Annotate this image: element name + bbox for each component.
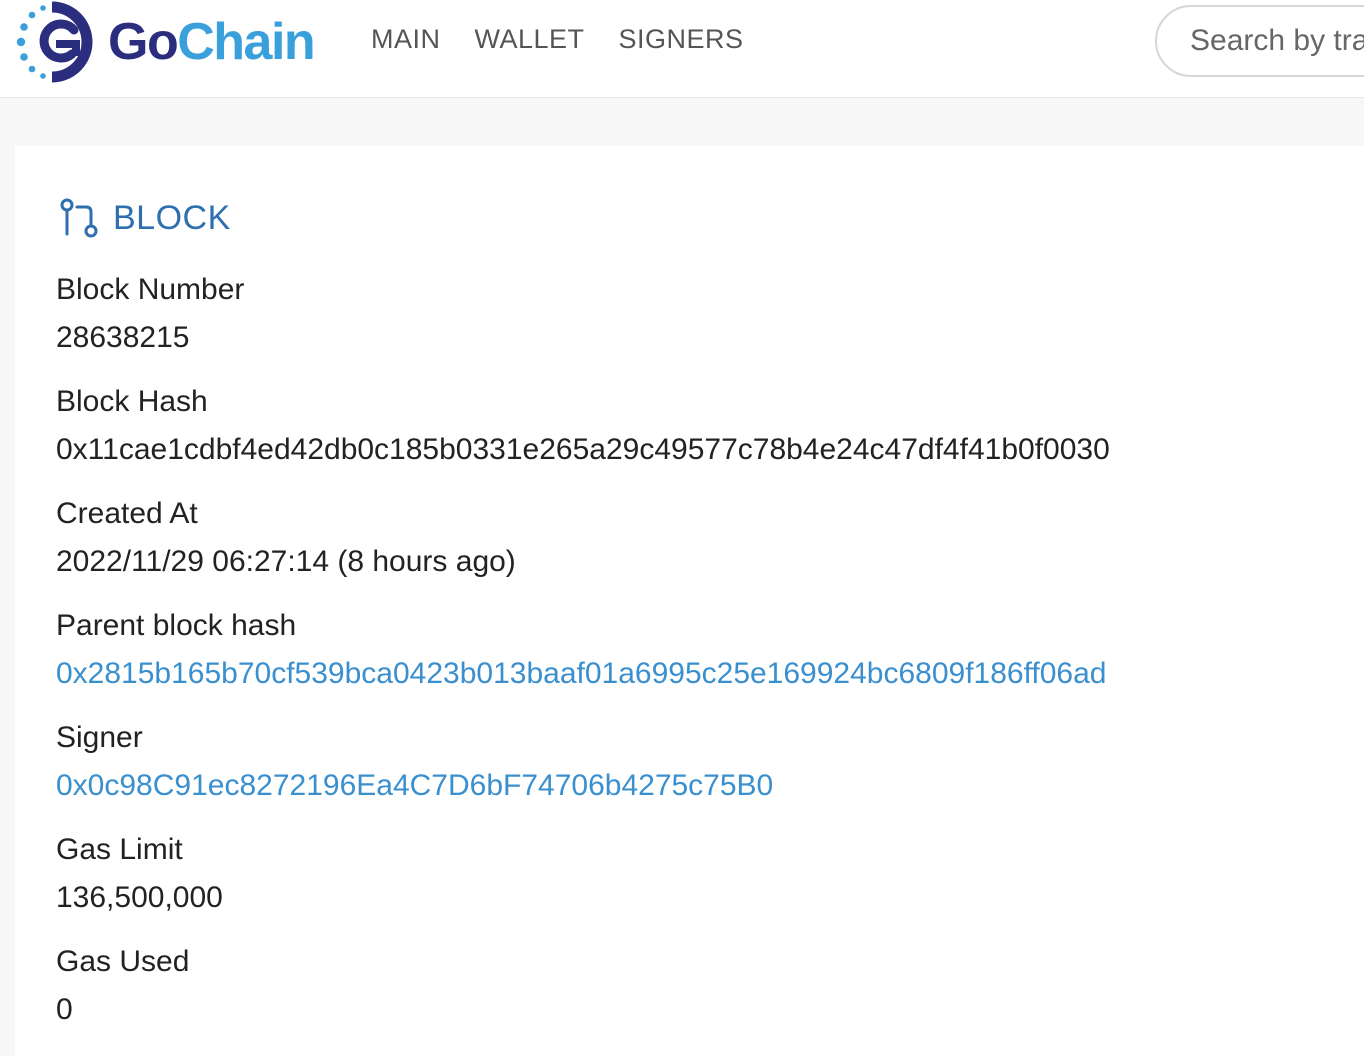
field-gas-used: Gas Used 0	[56, 944, 189, 1028]
block-hash-value: 0x11cae1cdbf4ed42db0c185b0331e265a29c495…	[56, 433, 1110, 466]
gas-used-value: 0	[56, 993, 73, 1026]
field-block-number: Block Number 28638215	[56, 272, 244, 356]
brand-name-go: Go	[108, 13, 179, 71]
brand-name-chain: Chain	[177, 13, 315, 71]
top-navbar: GoChain MAIN WALLET SIGNERS	[0, 0, 1364, 98]
field-label: Created At	[56, 497, 198, 530]
main-nav: MAIN WALLET SIGNERS	[371, 24, 744, 55]
card-title: BLOCK	[113, 198, 231, 237]
brand-logo[interactable]: GoChain	[12, 0, 316, 84]
brand-wordmark: GoChain	[108, 12, 316, 72]
signer-address-link[interactable]: 0x0c98C91ec8272196Ea4C7D6bF74706b4275c75…	[56, 768, 773, 804]
nav-item-wallet[interactable]: WALLET	[475, 24, 585, 55]
gas-limit-value: 136,500,000	[56, 881, 223, 914]
search-input[interactable]	[1155, 5, 1364, 77]
nav-item-main[interactable]: MAIN	[371, 24, 441, 55]
created-at-value: 2022/11/29 06:27:14 (8 hours ago)	[56, 545, 516, 578]
field-parent-block-hash: Parent block hash 0x2815b165b70cf539bca0…	[56, 608, 1106, 692]
git-compare-icon	[60, 198, 98, 238]
field-signer: Signer 0x0c98C91ec8272196Ea4C7D6bF74706b…	[56, 720, 773, 804]
block-details-card: BLOCK Block Number 28638215 Block Hash 0…	[15, 146, 1364, 1056]
field-label: Parent block hash	[56, 609, 297, 642]
field-label: Signer	[56, 721, 143, 754]
nav-item-signers[interactable]: SIGNERS	[619, 24, 744, 55]
card-header: BLOCK	[57, 196, 231, 240]
field-label: Gas Limit	[56, 833, 183, 866]
gochain-logo-icon	[16, 1, 93, 83]
field-block-hash: Block Hash 0x11cae1cdbf4ed42db0c185b0331…	[56, 384, 1110, 468]
field-label: Block Number	[56, 273, 245, 306]
field-gas-limit: Gas Limit 136,500,000	[56, 832, 223, 916]
block-number-value: 28638215	[56, 321, 190, 354]
field-label: Block Hash	[56, 385, 208, 418]
parent-block-hash-link[interactable]: 0x2815b165b70cf539bca0423b013baaf01a6995…	[56, 656, 1106, 692]
field-label: Gas Used	[56, 945, 190, 978]
field-created-at: Created At 2022/11/29 06:27:14 (8 hours …	[56, 496, 516, 580]
